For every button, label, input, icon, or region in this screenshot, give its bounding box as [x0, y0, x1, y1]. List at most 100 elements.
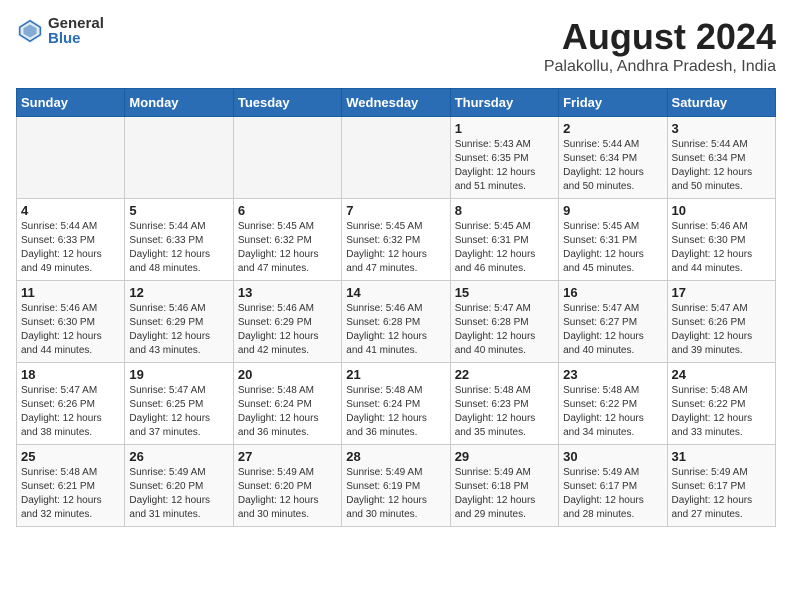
day-number: 22: [455, 367, 554, 382]
day-info: Sunrise: 5:44 AM Sunset: 6:33 PM Dayligh…: [129, 220, 228, 276]
weekday-header-wednesday: Wednesday: [342, 89, 450, 117]
day-cell: 21 Sunrise: 5:48 AM Sunset: 6:24 PM Dayli…: [342, 363, 450, 445]
day-number: 26: [129, 449, 228, 464]
day-cell: 10 Sunrise: 5:46 AM Sunset: 6:30 PM Dayli…: [667, 199, 775, 281]
day-number: 25: [21, 449, 120, 464]
weekday-header-saturday: Saturday: [667, 89, 775, 117]
day-number: 14: [346, 285, 445, 300]
day-info: Sunrise: 5:46 AM Sunset: 6:30 PM Dayligh…: [672, 220, 771, 276]
logo-general-text: General: [48, 16, 104, 31]
day-cell: 25 Sunrise: 5:48 AM Sunset: 6:21 PM Dayli…: [17, 445, 125, 527]
day-info: Sunrise: 5:48 AM Sunset: 6:21 PM Dayligh…: [21, 466, 120, 522]
week-row-4: 18 Sunrise: 5:47 AM Sunset: 6:26 PM Dayli…: [17, 363, 776, 445]
day-cell: [17, 117, 125, 199]
day-number: 8: [455, 203, 554, 218]
weekday-header-monday: Monday: [125, 89, 233, 117]
day-info: Sunrise: 5:45 AM Sunset: 6:31 PM Dayligh…: [563, 220, 662, 276]
day-number: 3: [672, 121, 771, 136]
weekday-header-thursday: Thursday: [450, 89, 558, 117]
day-cell: [342, 117, 450, 199]
day-number: 20: [238, 367, 337, 382]
title-area: August 2024 Palakollu, Andhra Pradesh, I…: [544, 16, 776, 76]
day-cell: 11Sunrise: 5:46 AM Sunset: 6:30 PM Dayli…: [17, 281, 125, 363]
weekday-header-friday: Friday: [559, 89, 667, 117]
logo: General Blue: [16, 16, 104, 46]
day-cell: 26Sunrise: 5:49 AM Sunset: 6:20 PM Dayli…: [125, 445, 233, 527]
day-info: Sunrise: 5:47 AM Sunset: 6:28 PM Dayligh…: [455, 302, 554, 358]
logo-text: General Blue: [48, 16, 104, 46]
day-info: Sunrise: 5:48 AM Sunset: 6:23 PM Dayligh…: [455, 384, 554, 440]
day-cell: 27 Sunrise: 5:49 AM Sunset: 6:20 PM Dayli…: [233, 445, 341, 527]
day-info: Sunrise: 5:45 AM Sunset: 6:32 PM Dayligh…: [238, 220, 337, 276]
weekday-header-row: SundayMondayTuesdayWednesdayThursdayFrid…: [17, 89, 776, 117]
day-info: Sunrise: 5:49 AM Sunset: 6:19 PM Dayligh…: [346, 466, 445, 522]
weekday-header-tuesday: Tuesday: [233, 89, 341, 117]
day-info: Sunrise: 5:45 AM Sunset: 6:31 PM Dayligh…: [455, 220, 554, 276]
day-cell: 14 Sunrise: 5:46 AM Sunset: 6:28 PM Dayli…: [342, 281, 450, 363]
day-cell: 31 Sunrise: 5:49 AM Sunset: 6:17 PM Dayli…: [667, 445, 775, 527]
day-info: Sunrise: 5:47 AM Sunset: 6:26 PM Dayligh…: [21, 384, 120, 440]
day-cell: 1Sunrise: 5:43 AM Sunset: 6:35 PM Daylig…: [450, 117, 558, 199]
day-cell: 18 Sunrise: 5:47 AM Sunset: 6:26 PM Dayli…: [17, 363, 125, 445]
day-number: 19: [129, 367, 228, 382]
day-info: Sunrise: 5:47 AM Sunset: 6:27 PM Dayligh…: [563, 302, 662, 358]
day-number: 5: [129, 203, 228, 218]
day-info: Sunrise: 5:47 AM Sunset: 6:25 PM Dayligh…: [129, 384, 228, 440]
day-number: 27: [238, 449, 337, 464]
logo-blue-text: Blue: [48, 31, 104, 46]
day-number: 6: [238, 203, 337, 218]
day-number: 17: [672, 285, 771, 300]
weekday-header-sunday: Sunday: [17, 89, 125, 117]
day-cell: 16 Sunrise: 5:47 AM Sunset: 6:27 PM Dayli…: [559, 281, 667, 363]
day-number: 10: [672, 203, 771, 218]
day-cell: 9 Sunrise: 5:45 AM Sunset: 6:31 PM Daylig…: [559, 199, 667, 281]
day-cell: 23 Sunrise: 5:48 AM Sunset: 6:22 PM Dayli…: [559, 363, 667, 445]
day-number: 4: [21, 203, 120, 218]
main-title: August 2024: [544, 16, 776, 58]
day-number: 11: [21, 285, 120, 300]
day-cell: 20Sunrise: 5:48 AM Sunset: 6:24 PM Dayli…: [233, 363, 341, 445]
day-number: 21: [346, 367, 445, 382]
day-info: Sunrise: 5:45 AM Sunset: 6:32 PM Dayligh…: [346, 220, 445, 276]
day-number: 18: [21, 367, 120, 382]
day-cell: [233, 117, 341, 199]
day-number: 9: [563, 203, 662, 218]
header: General Blue August 2024 Palakollu, Andh…: [16, 16, 776, 76]
day-info: Sunrise: 5:49 AM Sunset: 6:17 PM Dayligh…: [563, 466, 662, 522]
day-info: Sunrise: 5:48 AM Sunset: 6:24 PM Dayligh…: [346, 384, 445, 440]
day-number: 30: [563, 449, 662, 464]
day-info: Sunrise: 5:44 AM Sunset: 6:33 PM Dayligh…: [21, 220, 120, 276]
day-info: Sunrise: 5:48 AM Sunset: 6:22 PM Dayligh…: [672, 384, 771, 440]
week-row-3: 11Sunrise: 5:46 AM Sunset: 6:30 PM Dayli…: [17, 281, 776, 363]
day-cell: 12 Sunrise: 5:46 AM Sunset: 6:29 PM Dayli…: [125, 281, 233, 363]
day-cell: 28Sunrise: 5:49 AM Sunset: 6:19 PM Dayli…: [342, 445, 450, 527]
day-cell: 3 Sunrise: 5:44 AM Sunset: 6:34 PM Daylig…: [667, 117, 775, 199]
day-cell: 22 Sunrise: 5:48 AM Sunset: 6:23 PM Dayli…: [450, 363, 558, 445]
day-cell: 24 Sunrise: 5:48 AM Sunset: 6:22 PM Dayli…: [667, 363, 775, 445]
day-info: Sunrise: 5:46 AM Sunset: 6:29 PM Dayligh…: [129, 302, 228, 358]
day-number: 12: [129, 285, 228, 300]
day-info: Sunrise: 5:49 AM Sunset: 6:18 PM Dayligh…: [455, 466, 554, 522]
day-number: 15: [455, 285, 554, 300]
day-info: Sunrise: 5:49 AM Sunset: 6:17 PM Dayligh…: [672, 466, 771, 522]
day-number: 1: [455, 121, 554, 136]
day-info: Sunrise: 5:48 AM Sunset: 6:22 PM Dayligh…: [563, 384, 662, 440]
day-number: 24: [672, 367, 771, 382]
day-cell: 4 Sunrise: 5:44 AM Sunset: 6:33 PM Daylig…: [17, 199, 125, 281]
day-number: 7: [346, 203, 445, 218]
calendar: SundayMondayTuesdayWednesdayThursdayFrid…: [16, 88, 776, 527]
day-info: Sunrise: 5:47 AM Sunset: 6:26 PM Dayligh…: [672, 302, 771, 358]
week-row-2: 4 Sunrise: 5:44 AM Sunset: 6:33 PM Daylig…: [17, 199, 776, 281]
day-number: 31: [672, 449, 771, 464]
day-info: Sunrise: 5:46 AM Sunset: 6:29 PM Dayligh…: [238, 302, 337, 358]
logo-icon: [16, 17, 44, 45]
week-row-5: 25 Sunrise: 5:48 AM Sunset: 6:21 PM Dayli…: [17, 445, 776, 527]
day-number: 2: [563, 121, 662, 136]
week-row-1: 1Sunrise: 5:43 AM Sunset: 6:35 PM Daylig…: [17, 117, 776, 199]
day-cell: 29Sunrise: 5:49 AM Sunset: 6:18 PM Dayli…: [450, 445, 558, 527]
day-number: 23: [563, 367, 662, 382]
day-info: Sunrise: 5:44 AM Sunset: 6:34 PM Dayligh…: [672, 138, 771, 194]
day-number: 16: [563, 285, 662, 300]
day-info: Sunrise: 5:49 AM Sunset: 6:20 PM Dayligh…: [238, 466, 337, 522]
day-info: Sunrise: 5:46 AM Sunset: 6:28 PM Dayligh…: [346, 302, 445, 358]
